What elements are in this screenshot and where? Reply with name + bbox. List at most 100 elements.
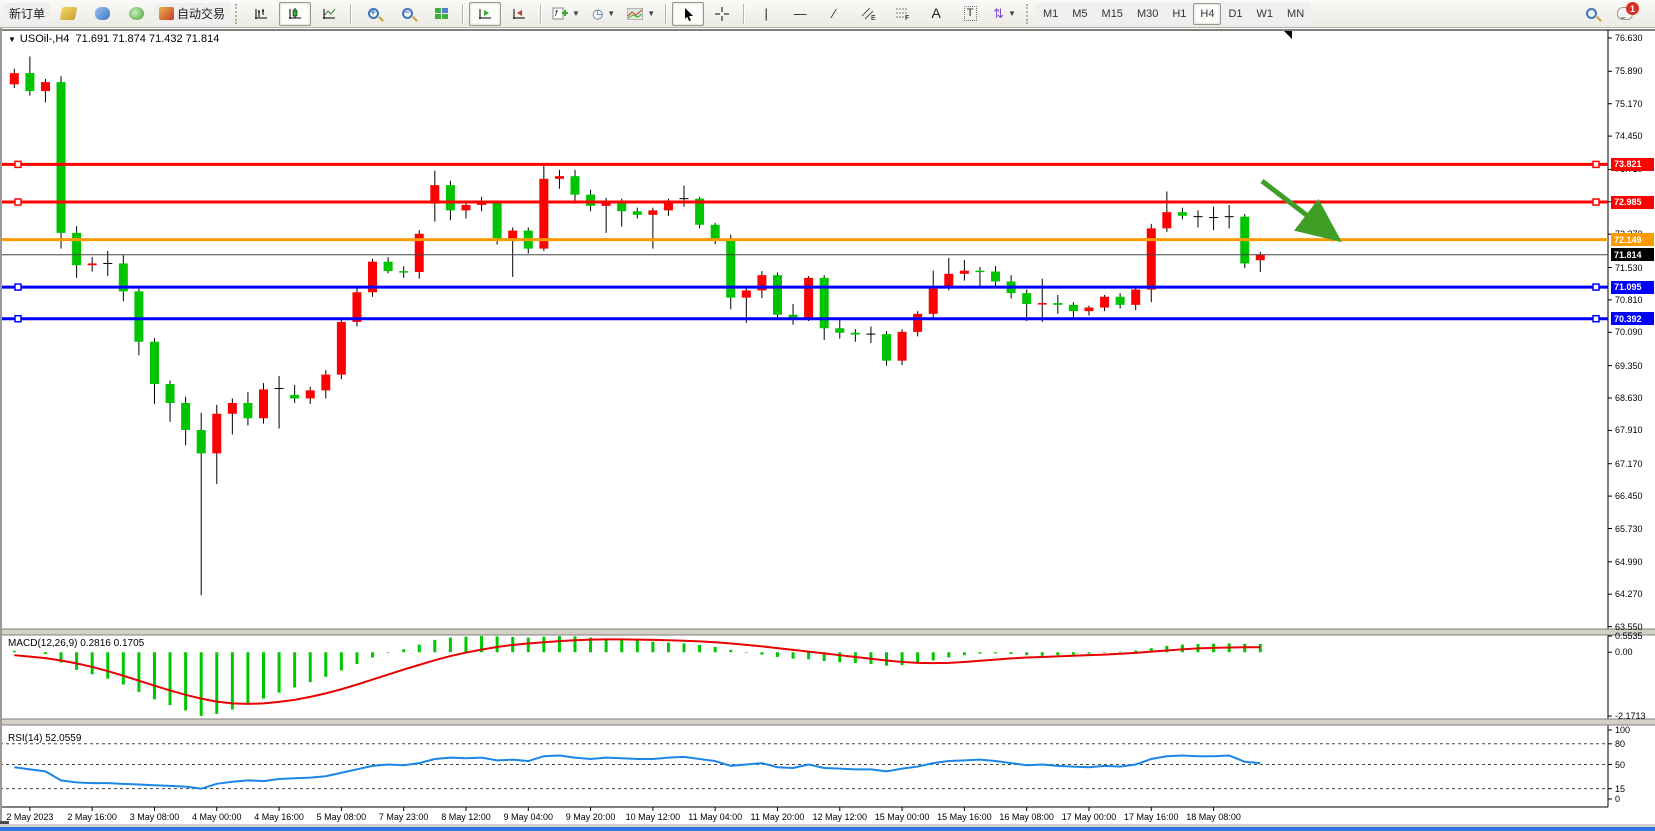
- price-tick-label: 67.170: [1615, 459, 1643, 469]
- rsi-tick-label: 100: [1615, 725, 1630, 735]
- horizontal-line-objects[interactable]: [0, 161, 1608, 321]
- equidistant-channel-button[interactable]: E: [852, 2, 884, 26]
- cursor-button[interactable]: [672, 2, 704, 26]
- search-button[interactable]: [1575, 2, 1607, 26]
- dropdown-caret-icon: ▼: [607, 9, 615, 18]
- vertical-line-button[interactable]: |: [750, 2, 782, 26]
- arrows-icon: ⇅: [993, 7, 1004, 20]
- zoom-in-button[interactable]: +: [357, 2, 389, 26]
- timeframe-group: M1M5M15M30H1H4D1W1MN: [1036, 3, 1311, 25]
- collapse-icon[interactable]: ▼: [8, 35, 16, 44]
- candlestick-chart-button[interactable]: [279, 2, 311, 26]
- hline-price-box: 72.149: [1611, 233, 1654, 246]
- tile-windows-icon: [435, 8, 448, 19]
- search-icon: [1586, 8, 1597, 19]
- price-tick-label: 66.450: [1615, 491, 1643, 501]
- date-label: 2 May 2023: [6, 812, 53, 822]
- horizontal-line-icon: —: [794, 7, 807, 20]
- market-watch-button[interactable]: [52, 2, 84, 26]
- hline-price-box: 73.821: [1611, 158, 1654, 171]
- vertical-line-icon: |: [764, 7, 767, 20]
- date-label: 15 May 16:00: [937, 812, 992, 822]
- autotrading-button[interactable]: 自动交易: [154, 3, 230, 25]
- symbol-period-label: USOil-,H4: [20, 33, 70, 45]
- auto-scroll-icon: [478, 7, 492, 20]
- tile-windows-button[interactable]: [425, 2, 457, 26]
- fibonacci-button[interactable]: F: [886, 2, 918, 26]
- autotrading-icon: [159, 7, 174, 20]
- timeframe-button-w1[interactable]: W1: [1250, 3, 1281, 25]
- timeframe-button-m15[interactable]: M15: [1095, 3, 1130, 25]
- auto-scroll-button[interactable]: [469, 2, 501, 26]
- chart-canvas[interactable]: [0, 28, 1655, 831]
- zoom-out-button[interactable]: −: [391, 2, 423, 26]
- bar-chart-icon: [254, 7, 268, 20]
- price-tick-label: 70.090: [1615, 327, 1643, 337]
- line-chart-button[interactable]: [313, 2, 345, 26]
- timeframe-button-h1[interactable]: H1: [1165, 3, 1193, 25]
- toolbar-separator: [743, 4, 745, 24]
- candlestick-icon: [288, 7, 302, 20]
- date-label: 9 May 04:00: [504, 812, 554, 822]
- navigator-button[interactable]: [120, 2, 152, 26]
- dropdown-caret-icon: ▼: [647, 9, 655, 18]
- zoom-in-icon: +: [368, 8, 379, 19]
- timeframe-button-h4[interactable]: H4: [1193, 3, 1221, 25]
- timeframe-button-m5[interactable]: M5: [1065, 3, 1094, 25]
- toolbar-grip: [235, 4, 240, 24]
- date-label: 11 May 20:00: [751, 812, 805, 822]
- crosshair-button[interactable]: [706, 2, 738, 26]
- dropdown-caret-icon: ▼: [572, 9, 580, 18]
- text-label-icon: T: [964, 6, 977, 21]
- price-tick-label: 65.730: [1615, 524, 1643, 534]
- hline-price-box: 71.095: [1611, 281, 1654, 294]
- timeframe-button-m1[interactable]: M1: [1036, 3, 1065, 25]
- chart-window[interactable]: ▼USOil-,H4 71.691 71.874 71.432 71.814 M…: [0, 28, 1655, 831]
- rsi-tick-label: 80: [1615, 739, 1625, 749]
- date-axis[interactable]: [30, 807, 1214, 811]
- templates-button[interactable]: ▼: [622, 2, 660, 26]
- date-label: 17 May 00:00: [1062, 812, 1117, 822]
- timeframe-button-mn[interactable]: MN: [1280, 3, 1311, 25]
- macd-tick-label: -2.1713: [1615, 711, 1646, 721]
- rsi-tick-label: 15: [1615, 784, 1625, 794]
- date-label: 18 May 08:00: [1186, 812, 1241, 822]
- panel-separator[interactable]: [0, 629, 1655, 635]
- dropdown-caret-icon: ▼: [1008, 9, 1016, 18]
- active-tab-strip: [0, 827, 1655, 831]
- timeframe-button-m30[interactable]: M30: [1130, 3, 1165, 25]
- chat-bubble-icon: 1: [1617, 7, 1633, 20]
- price-tick-label: 69.350: [1615, 361, 1643, 371]
- new-order-button[interactable]: 新订单: [4, 3, 50, 25]
- price-tick-label: 68.630: [1615, 393, 1643, 403]
- timeframe-button-d1[interactable]: D1: [1221, 3, 1249, 25]
- chart-shift-button[interactable]: [503, 2, 535, 26]
- svg-text:F: F: [905, 15, 909, 20]
- add-indicator-button[interactable]: f ▼: [547, 2, 585, 26]
- toolbar-separator: [540, 4, 542, 24]
- panel-separator[interactable]: [0, 719, 1655, 725]
- bar-chart-button[interactable]: [245, 2, 277, 26]
- arrows-button[interactable]: ⇅ ▼: [988, 2, 1021, 26]
- annotation-arrow[interactable]: [1262, 181, 1330, 233]
- clock-icon: ◷: [592, 7, 603, 20]
- horizontal-line-button[interactable]: —: [784, 2, 816, 26]
- notifications-button[interactable]: 1: [1609, 2, 1641, 26]
- navigator-icon: [129, 7, 144, 20]
- date-label: 3 May 08:00: [130, 812, 180, 822]
- chart-shift-marker[interactable]: [1284, 31, 1292, 39]
- date-label: 7 May 23:00: [379, 812, 429, 822]
- cursor-arrow-icon: [682, 7, 694, 21]
- text-button[interactable]: A: [920, 2, 952, 26]
- periods-button[interactable]: ◷ ▼: [587, 2, 620, 26]
- equidistant-channel-icon: E: [861, 7, 876, 20]
- data-window-button[interactable]: [86, 2, 118, 26]
- toolbar-separator: [665, 4, 667, 24]
- price-tick-label: 75.170: [1615, 99, 1643, 109]
- price-axis[interactable]: [1608, 38, 1612, 627]
- text-label-button[interactable]: T: [954, 2, 986, 26]
- price-tick-label: 67.910: [1615, 425, 1643, 435]
- toolbar-separator: [350, 4, 352, 24]
- fibonacci-icon: F: [895, 7, 910, 20]
- trendline-button[interactable]: ∕: [818, 2, 850, 26]
